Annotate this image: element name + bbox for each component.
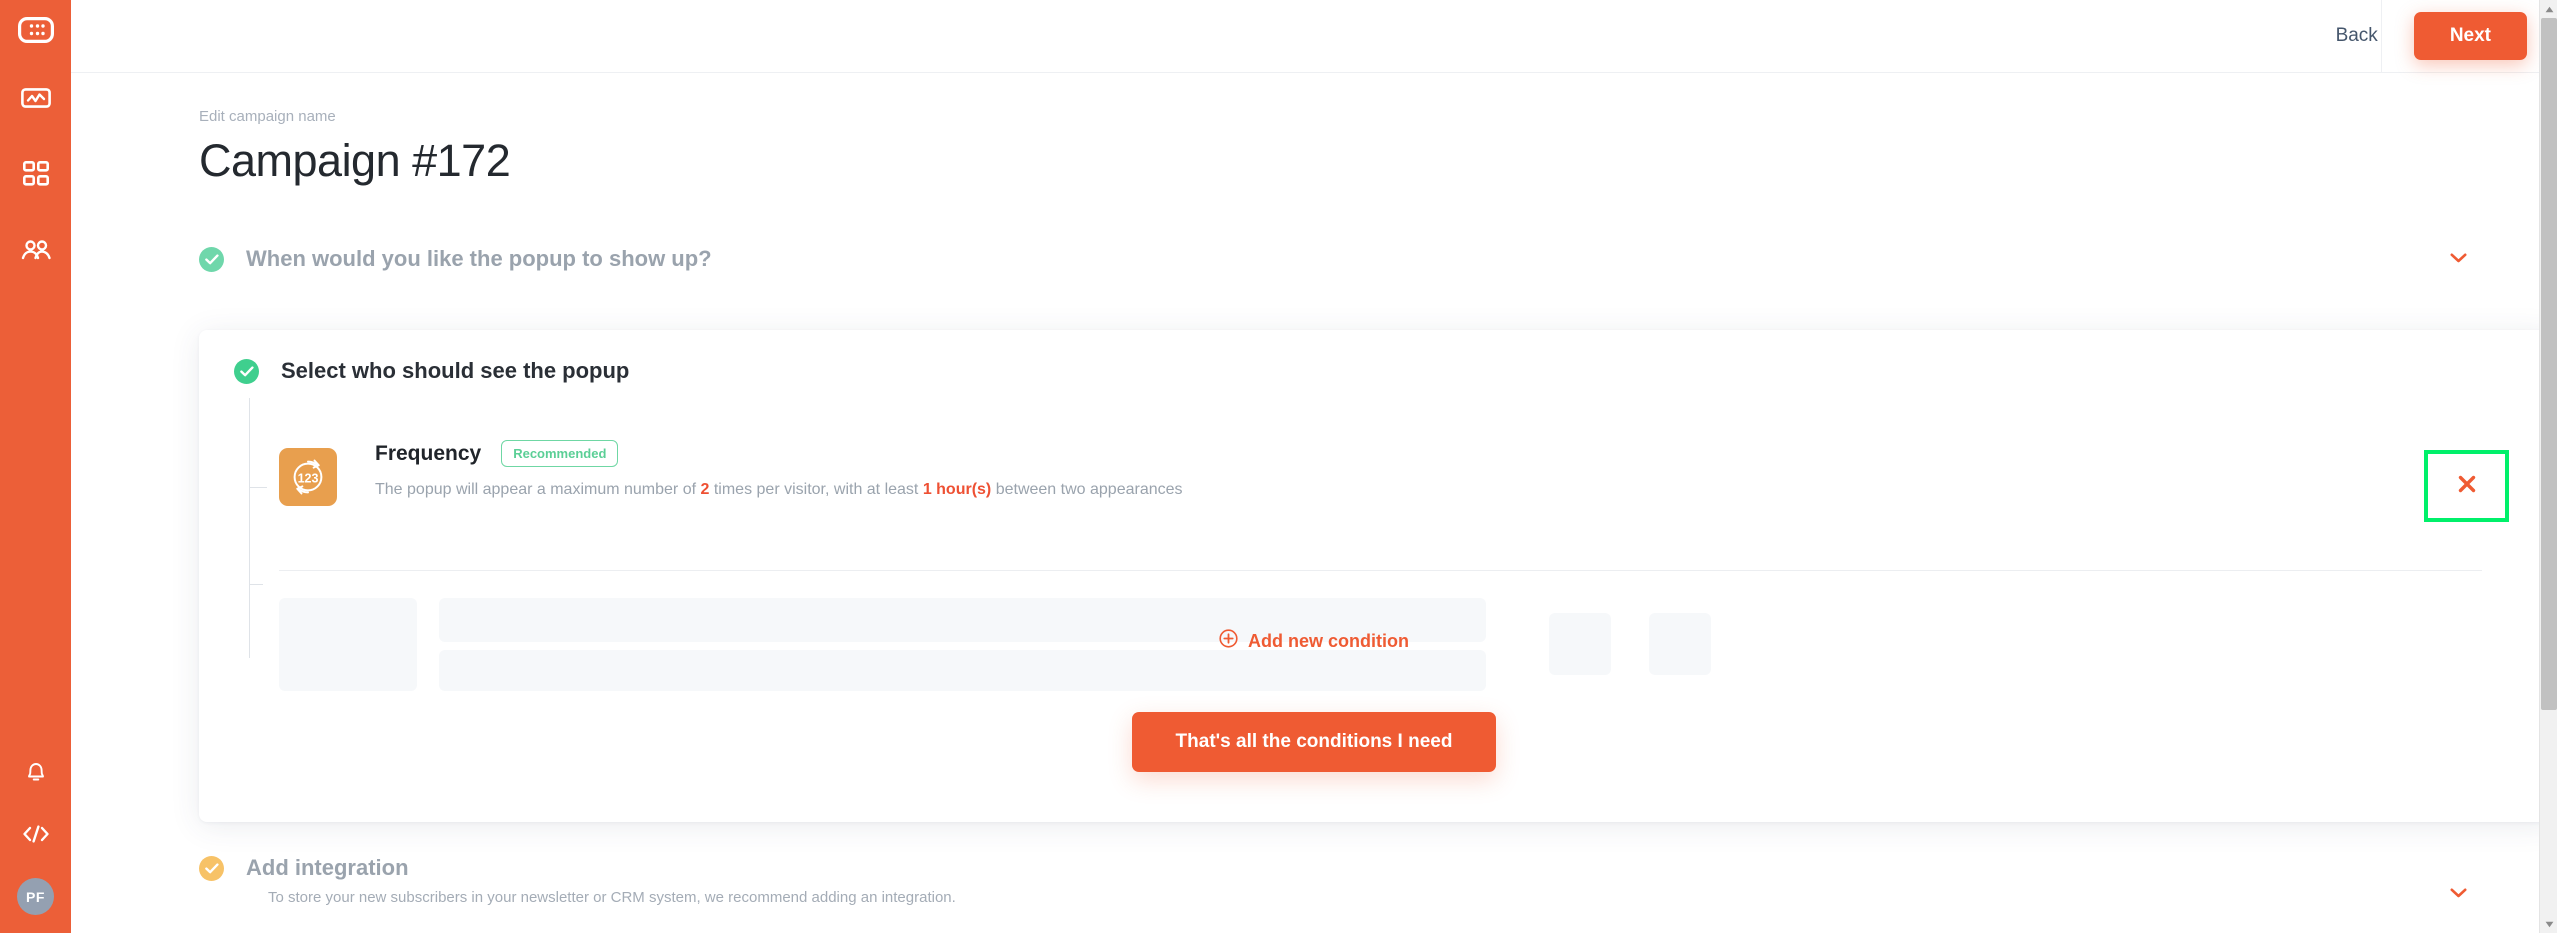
check-circle-icon	[234, 358, 259, 384]
sidebar-item-dashboard[interactable]	[10, 150, 62, 202]
chevron-down-icon[interactable]	[2450, 885, 2467, 903]
sidebar-nav	[10, 74, 62, 302]
bell-icon	[25, 760, 47, 789]
main-content: Back Next Edit campaign name Campaign #1…	[71, 0, 2557, 933]
scroll-up-arrow-icon[interactable]	[2540, 0, 2557, 18]
sidebar-item-analytics[interactable]	[10, 74, 62, 126]
cta-container: That's all the conditions I need	[71, 712, 2557, 772]
top-toolbar: Back Next	[71, 0, 2557, 73]
vertical-scrollbar[interactable]	[2539, 0, 2557, 933]
status-badge: Recommended	[501, 440, 619, 467]
condition-divider	[279, 570, 2482, 571]
check-circle-icon	[199, 855, 224, 881]
section-integration-header: Add integration	[199, 855, 2557, 898]
sidebar: PF	[0, 0, 71, 933]
page-header: Edit campaign name Campaign #172	[71, 73, 2557, 187]
skeleton-block-line-2	[439, 650, 1486, 691]
tree-vertical-line	[249, 398, 250, 658]
analytics-icon	[20, 86, 51, 115]
avatar[interactable]: PF	[17, 878, 54, 915]
check-circle-icon	[199, 246, 224, 272]
add-new-condition-button[interactable]: Add new condition	[1219, 629, 1409, 653]
add-new-condition-label: Add new condition	[1248, 630, 1409, 651]
code-icon	[22, 824, 50, 849]
condition-title: Frequency	[375, 441, 482, 465]
plus-circle-icon	[1219, 629, 1238, 653]
page-title: Campaign #172	[199, 135, 511, 186]
desc-part-2: times per visitor, with at least	[709, 481, 923, 498]
next-button[interactable]: Next	[2413, 12, 2527, 60]
section-audience-title: Select who should see the popup	[281, 358, 630, 383]
scroll-down-arrow-icon[interactable]	[2540, 915, 2557, 933]
condition-description: The popup will appear a maximum number o…	[375, 481, 1183, 499]
desc-part-3: between two appearances	[991, 481, 1183, 498]
condition-frequency-row: 123 Frequency Recommended The popup will…	[279, 440, 2522, 550]
edit-campaign-name-link[interactable]: Edit campaign name	[199, 108, 2557, 125]
sidebar-item-users[interactable]	[10, 226, 62, 278]
close-x-icon	[2457, 474, 2477, 499]
desc-value-interval: 1 hour(s)	[922, 481, 992, 498]
section-integration[interactable]: Add integration To store your new subscr…	[71, 855, 2557, 933]
app-root: PF Back Next Edit campaign name Campaign…	[0, 0, 2557, 933]
skeleton-block-icon	[279, 598, 417, 691]
skeleton-block-small-1	[1549, 613, 1611, 675]
section-integration-title: Add integration	[246, 855, 409, 880]
delete-condition-button[interactable]	[2424, 450, 2509, 522]
desc-part-1: The popup will appear a maximum number o…	[375, 481, 701, 498]
finish-conditions-button[interactable]: That's all the conditions I need	[1131, 712, 1497, 772]
svg-text:123: 123	[298, 471, 319, 485]
sidebar-item-embed-code[interactable]	[10, 810, 62, 862]
sidebar-item-notifications[interactable]	[10, 748, 62, 800]
section-timing[interactable]: When would you like the popup to show up…	[71, 225, 2557, 293]
chevron-down-icon[interactable]	[2450, 250, 2467, 268]
dashboard-grid-icon	[22, 160, 49, 192]
app-logo[interactable]	[17, 17, 54, 48]
condition-title-row: Frequency Recommended	[375, 440, 1183, 467]
section-integration-subtitle: To store your new subscribers in your ne…	[268, 889, 956, 906]
section-timing-title: When would you like the popup to show up…	[246, 246, 712, 271]
tree-branch-line-2	[249, 584, 263, 585]
users-icon	[20, 239, 52, 266]
section-audience-header: Select who should see the popup	[199, 330, 2556, 384]
scrollbar-thumb[interactable]	[2541, 18, 2557, 710]
sidebar-bottom: PF	[0, 748, 71, 915]
frequency-123-icon: 123	[279, 448, 337, 506]
back-button[interactable]: Back	[2318, 15, 2396, 57]
condition-frequency-body: Frequency Recommended The popup will app…	[375, 440, 1183, 499]
skeleton-block-small-2	[1649, 613, 1711, 675]
tree-branch-line	[249, 487, 267, 488]
